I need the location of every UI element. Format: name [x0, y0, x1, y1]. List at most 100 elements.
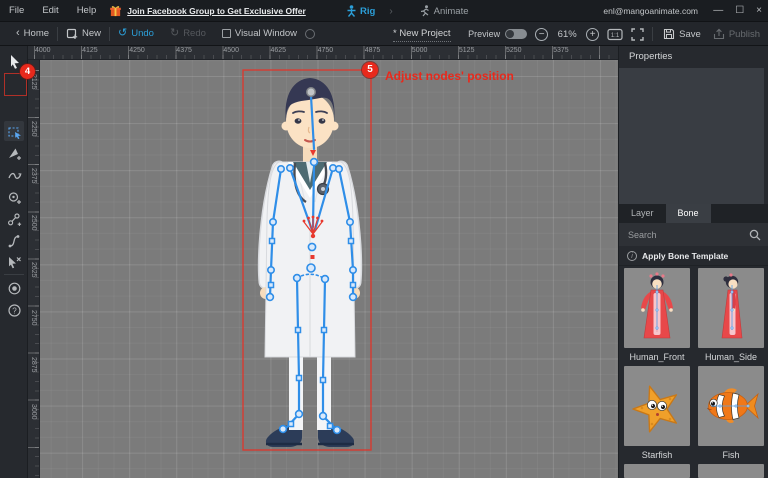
- h-ruler-label: 5375: [553, 47, 569, 54]
- template-label: Starfish: [641, 450, 673, 460]
- curve-bone-tool[interactable]: [4, 231, 24, 251]
- preview-control: Preview: [468, 29, 528, 39]
- search-bar: [619, 223, 768, 246]
- stage-canvas[interactable]: [40, 60, 618, 478]
- rig-person-icon: [347, 5, 356, 17]
- zoom-out-button[interactable]: −: [535, 27, 549, 41]
- cursor-delete-icon: [8, 256, 21, 268]
- template-human-front-thumb[interactable]: [624, 268, 690, 348]
- show-bones-toggle[interactable]: [4, 278, 24, 298]
- settings-circle-icon[interactable]: [305, 28, 316, 39]
- h-ruler-label: 4375: [176, 47, 192, 54]
- publish-button[interactable]: Publish: [711, 22, 762, 46]
- delete-node-tool[interactable]: [4, 252, 24, 272]
- gift-icon: [110, 6, 122, 17]
- svg-text:1:1: 1:1: [611, 33, 620, 39]
- save-floppy-icon: [664, 28, 675, 40]
- add-point-tool[interactable]: [4, 143, 24, 163]
- h-ruler-label: 4000: [35, 47, 51, 54]
- project-name: * New Project: [393, 28, 451, 42]
- h-ruler-label: 4125: [82, 47, 98, 54]
- s-curve-icon: [8, 235, 20, 248]
- undo-icon: ↺: [118, 27, 128, 39]
- v-ruler-label: 3000: [30, 403, 37, 420]
- v-ruler-label: 2500: [30, 215, 37, 231]
- template-starfish[interactable]: Starfish: [624, 366, 690, 464]
- info-icon: i: [627, 250, 637, 261]
- bone-chain-icon: [7, 212, 21, 226]
- h-ruler-label: 4875: [364, 47, 381, 54]
- home-button[interactable]: ‹ Home: [8, 22, 57, 45]
- apply-bone-template-header: i Apply Bone Template: [619, 246, 768, 266]
- menu-file[interactable]: File: [0, 5, 33, 16]
- template-human-side-thumb[interactable]: [698, 268, 764, 348]
- actual-size-icon[interactable]: 1:1: [607, 28, 623, 41]
- tab-bone[interactable]: Bone: [665, 204, 711, 223]
- redo-icon: ↻: [169, 27, 180, 39]
- curve-tool[interactable]: [4, 165, 24, 185]
- zoom-level: 61%: [557, 28, 577, 40]
- right-panel: Properties Layer Bone i Apply Bone Templ…: [618, 46, 768, 478]
- layer-bone-tabs: Layer Bone: [619, 204, 768, 223]
- h-ruler-label: 5250: [506, 47, 522, 54]
- h-ruler-label: 4250: [129, 47, 145, 54]
- h-ruler-label: 5125: [458, 47, 475, 54]
- mode-switcher: Rig › Animate: [346, 0, 469, 22]
- visual-window-toggle[interactable]: Visual Window: [214, 22, 305, 45]
- add-bone-node-tool[interactable]: [4, 187, 24, 207]
- tab-animate[interactable]: Animate: [419, 5, 469, 17]
- preview-toggle[interactable]: [505, 29, 528, 39]
- node-select-icon: [7, 126, 21, 139]
- template-fish[interactable]: Fish: [698, 366, 764, 464]
- search-icon[interactable]: [749, 229, 761, 241]
- title-bar: File Edit Help Join Facebook Group to Ge…: [0, 0, 768, 22]
- v-ruler-label: 2375: [30, 168, 37, 184]
- search-input[interactable]: [619, 229, 749, 240]
- new-project-icon: [66, 28, 78, 39]
- wave-arrow-icon: [7, 172, 22, 179]
- step5-annotation-text: Adjust nodes' position: [385, 69, 514, 83]
- template-label: Fish: [722, 450, 740, 460]
- v-ruler-label: 2250: [30, 121, 37, 137]
- facebook-promo-link[interactable]: Join Facebook Group to Get Exclusive Off…: [127, 6, 306, 16]
- new-button[interactable]: New: [58, 22, 109, 45]
- step4-badge: 4: [20, 64, 35, 79]
- template-human-front[interactable]: Human_Front: [624, 268, 690, 366]
- svg-text:?: ?: [12, 306, 17, 315]
- bone-template-grid: Human_Front Human_Side Starfish Fish: [619, 268, 768, 478]
- template-human-side[interactable]: Human_Side: [698, 268, 764, 366]
- close-button[interactable]: ×: [756, 6, 762, 16]
- v-ruler: 2125 2250 2375 2500 2625 2750 2875 3000: [28, 60, 40, 478]
- app-window: File Edit Help Join Facebook Group to Ge…: [0, 0, 768, 478]
- h-ruler-label: 4750: [317, 47, 334, 54]
- menu-help[interactable]: Help: [68, 5, 106, 16]
- tab-rig[interactable]: Rig: [346, 5, 375, 17]
- properties-title: Properties: [629, 51, 673, 62]
- menu-edit[interactable]: Edit: [33, 5, 67, 16]
- h-ruler-label: 4500: [223, 47, 239, 54]
- template-fish-thumb[interactable]: [698, 366, 764, 446]
- undo-button[interactable]: ↺ Undo: [110, 22, 162, 45]
- visual-window-checkbox[interactable]: [221, 29, 231, 38]
- template-starfish-thumb[interactable]: [624, 366, 690, 446]
- template-partial-left[interactable]: [624, 464, 690, 478]
- help-button[interactable]: ?: [4, 300, 24, 320]
- window-controls: — ☐ ×: [713, 0, 762, 22]
- template-partial-right[interactable]: [698, 464, 764, 478]
- step5-badge: 5: [362, 62, 378, 78]
- template-label: Human_Front: [629, 352, 685, 362]
- h-ruler: 4000 4125 4250 4375 4500 4625 4750 4875 5000 5125…: [28, 46, 618, 60]
- save-button[interactable]: Save: [661, 22, 703, 46]
- zoom-in-button[interactable]: +: [586, 27, 600, 41]
- node-select-tool[interactable]: [4, 121, 24, 141]
- minimize-button[interactable]: —: [713, 6, 723, 16]
- record-circle-icon: [8, 282, 20, 294]
- fullscreen-icon[interactable]: [631, 27, 644, 41]
- tab-layer[interactable]: Layer: [619, 204, 666, 223]
- maximize-button[interactable]: ☐: [735, 6, 744, 16]
- bone-link-tool[interactable]: [4, 209, 24, 229]
- cursor-arrow-icon: [11, 54, 19, 69]
- properties-content: [619, 68, 764, 204]
- template-label: Human_Side: [704, 352, 758, 362]
- redo-button[interactable]: ↻ Redo: [162, 22, 214, 45]
